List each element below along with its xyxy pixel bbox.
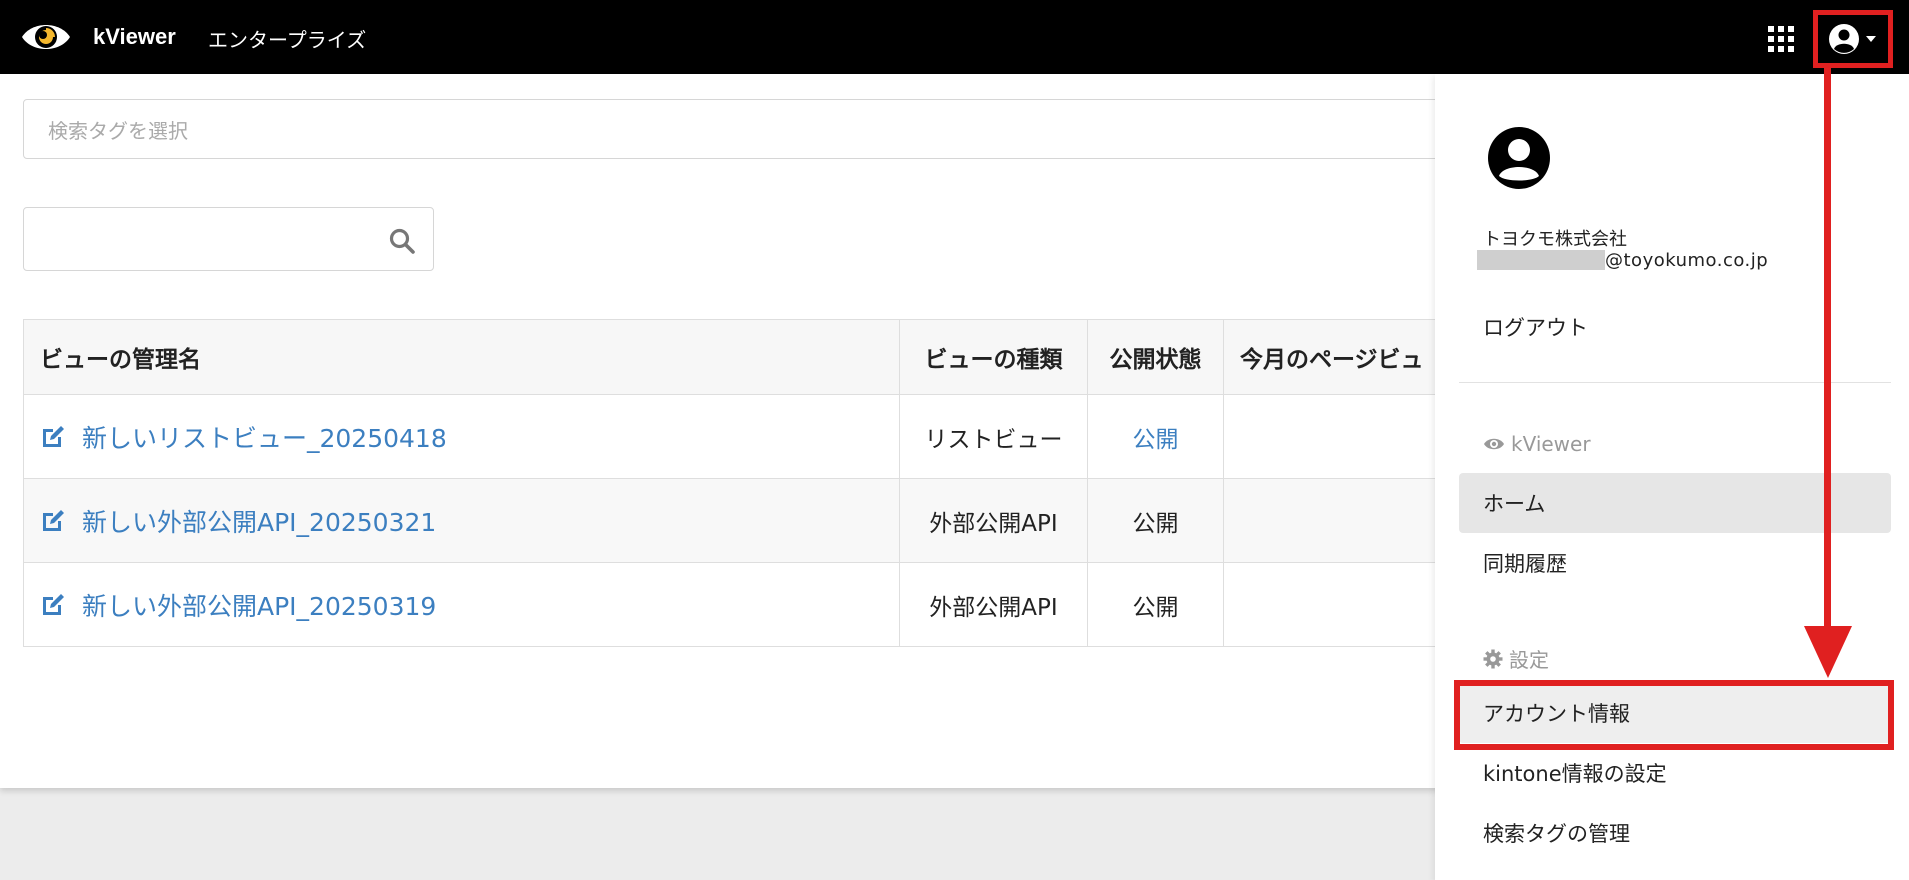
top-bar: kViewer エンタープライズ xyxy=(0,0,1909,74)
search-input[interactable] xyxy=(23,207,434,271)
status-link[interactable]: 公開 xyxy=(1087,394,1224,479)
table-row: 新しいリストビュー_20250418 リストビュー 公開 xyxy=(23,394,1523,479)
section-settings-heading: 設定 xyxy=(1483,644,1549,673)
email-redaction xyxy=(1477,250,1605,270)
gear-icon xyxy=(1483,649,1503,668)
brand-name[interactable]: kViewer xyxy=(93,24,176,50)
menu-item-label: 同期履歴 xyxy=(1483,552,1567,576)
view-name-cell[interactable]: 新しい外部公開API_20250319 xyxy=(23,562,900,647)
user-menu-button[interactable] xyxy=(1813,10,1893,68)
user-avatar-icon xyxy=(1829,24,1876,54)
column-header-status[interactable]: 公開状態 xyxy=(1087,319,1224,395)
menu-item-label: 検索タグの管理 xyxy=(1483,822,1630,846)
user-email: @toyokumo.co.jp xyxy=(1477,249,1768,271)
eye-icon xyxy=(1484,438,1504,450)
annotation-highlight-box xyxy=(1454,680,1894,750)
section-kviewer-label: kViewer xyxy=(1511,432,1591,456)
view-type-cell: 外部公開API xyxy=(899,562,1088,647)
view-name-cell[interactable]: 新しいリストビュー_20250418 xyxy=(23,394,900,479)
logout-link[interactable]: ログアウト xyxy=(1483,312,1588,342)
user-avatar-icon xyxy=(1488,127,1550,189)
table-header-row: ビューの管理名 ビューの種類 公開状態 今月のページビュ xyxy=(23,319,1523,395)
section-settings-label: 設定 xyxy=(1509,648,1549,672)
user-dropdown-panel: トヨクモ株式会社 @toyokumo.co.jp ログアウト kViewer ホ… xyxy=(1435,74,1909,880)
view-name-link[interactable]: 新しい外部公開API_20250321 xyxy=(82,508,436,537)
eye-logo-icon[interactable] xyxy=(20,17,72,57)
annotation-arrow-shaft xyxy=(1824,68,1831,630)
column-header-name[interactable]: ビューの管理名 xyxy=(23,319,900,395)
column-header-type[interactable]: ビューの種類 xyxy=(899,319,1088,395)
tag-select-placeholder: 検索タグを選択 xyxy=(48,118,188,143)
apps-grid-icon[interactable] xyxy=(1768,26,1794,52)
caret-down-icon xyxy=(1866,36,1876,42)
edit-icon[interactable] xyxy=(40,424,66,450)
status-text: 公開 xyxy=(1087,478,1224,563)
edit-icon[interactable] xyxy=(40,508,66,534)
view-type-cell: リストビュー xyxy=(899,394,1088,479)
edit-icon[interactable] xyxy=(40,592,66,618)
table-row: 新しい外部公開API_20250319 外部公開API 公開 xyxy=(23,562,1523,647)
annotation-arrow-head xyxy=(1804,626,1852,678)
email-domain: @toyokumo.co.jp xyxy=(1605,249,1769,271)
search-icon[interactable] xyxy=(389,228,415,254)
status-text: 公開 xyxy=(1087,562,1224,647)
menu-item-kintone-settings[interactable]: kintone情報の設定 xyxy=(1459,743,1891,803)
tag-select-input[interactable]: 検索タグを選択 xyxy=(23,99,1523,159)
view-name-cell[interactable]: 新しい外部公開API_20250321 xyxy=(23,478,900,563)
company-name: トヨクモ株式会社 xyxy=(1483,229,1627,250)
section-kviewer-heading: kViewer xyxy=(1483,432,1591,456)
view-name-link[interactable]: 新しい外部公開API_20250319 xyxy=(82,592,436,621)
view-name-link[interactable]: 新しいリストビュー_20250418 xyxy=(82,424,447,453)
menu-item-label: ホーム xyxy=(1483,492,1546,516)
table-row: 新しい外部公開API_20250321 外部公開API 公開 xyxy=(23,478,1523,563)
view-type-cell: 外部公開API xyxy=(899,478,1088,563)
views-table: ビューの管理名 ビューの種類 公開状態 今月のページビュ 新しいリストビュー_2… xyxy=(23,319,1523,647)
menu-item-label: kintone情報の設定 xyxy=(1483,762,1667,786)
edition-label: エンタープライズ xyxy=(208,28,367,52)
menu-item-tag-management[interactable]: 検索タグの管理 xyxy=(1459,803,1891,863)
